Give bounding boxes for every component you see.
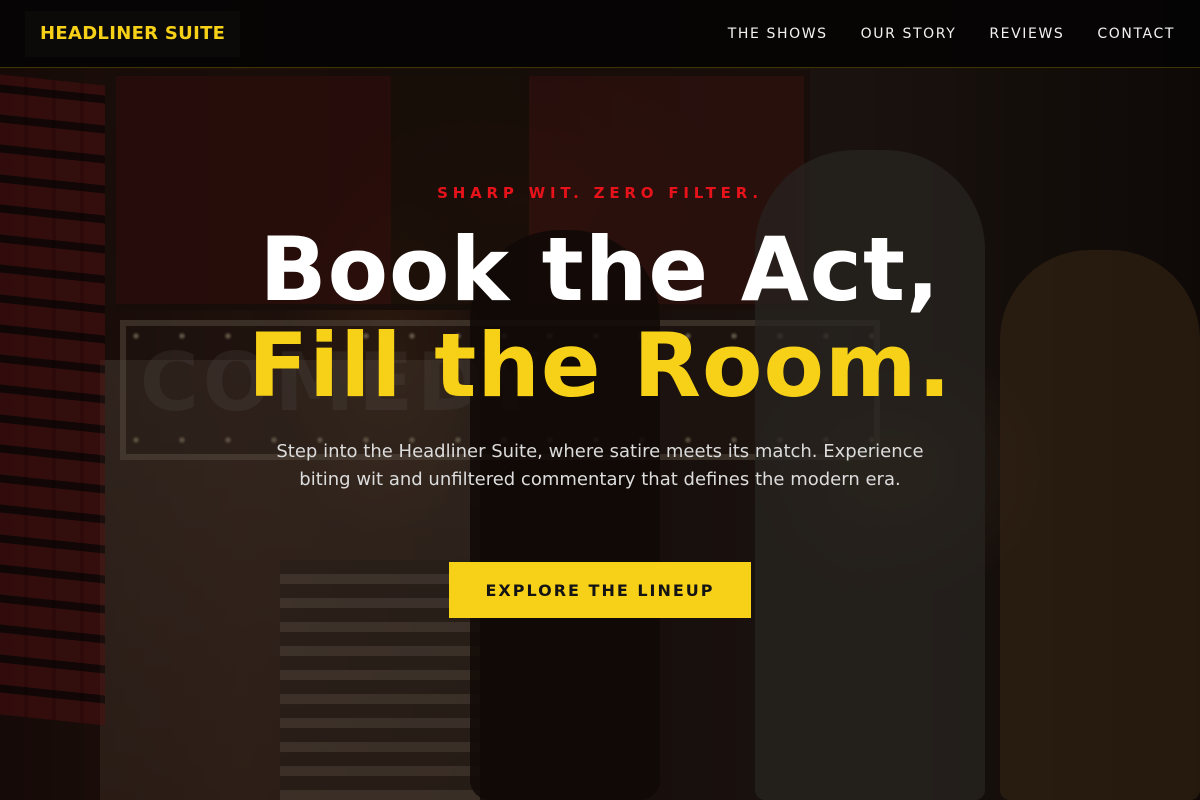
hero-tagline: SHARP WIT. ZERO FILTER. xyxy=(437,184,763,202)
hero-headline: Book the Act, Fill the Room. xyxy=(0,222,1200,414)
hero-description: Step into the Headliner Suite, where sat… xyxy=(276,441,924,490)
headline-line-1: Book the Act, xyxy=(259,218,941,321)
headline-line-2: Fill the Room. xyxy=(247,314,953,417)
hero-section: SHARP WIT. ZERO FILTER. Book the Act, Fi… xyxy=(0,0,1200,800)
explore-lineup-button[interactable]: EXPLORE THE LINEUP xyxy=(449,562,751,618)
